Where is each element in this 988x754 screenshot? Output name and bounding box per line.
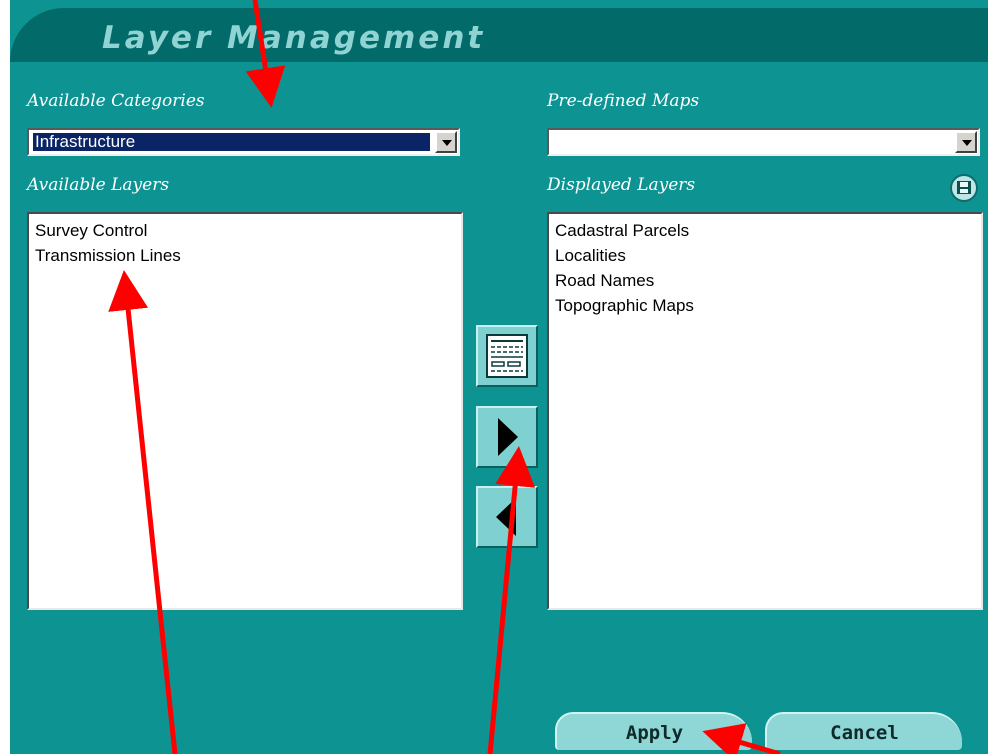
list-item[interactable]: Survey Control <box>35 218 455 243</box>
title-bar: Layer Management <box>10 8 988 62</box>
displayed-layers-label: Displayed Layers <box>547 175 696 195</box>
list-item[interactable]: Cadastral Parcels <box>555 218 975 243</box>
arrow-right-icon <box>498 418 518 456</box>
chevron-down-icon[interactable] <box>435 131 457 153</box>
add-layer-button[interactable] <box>476 406 538 468</box>
predefined-maps-dropdown[interactable] <box>547 128 980 156</box>
available-categories-label: Available Categories <box>27 91 205 111</box>
categories-dropdown[interactable]: Infrastructure <box>27 128 460 156</box>
available-layers-list[interactable]: Survey Control Transmission Lines <box>27 212 463 610</box>
chevron-down-icon[interactable] <box>955 131 977 153</box>
predefined-maps-label: Pre-defined Maps <box>547 91 700 111</box>
categories-selected-value: Infrastructure <box>32 132 431 152</box>
apply-button[interactable]: Apply <box>555 712 752 750</box>
window-title: Layer Management <box>102 20 486 56</box>
list-item[interactable]: Topographic Maps <box>555 293 975 318</box>
list-item[interactable]: Localities <box>555 243 975 268</box>
save-disk-icon[interactable] <box>950 174 978 202</box>
arrow-left-icon <box>496 498 516 536</box>
list-item[interactable]: Transmission Lines <box>35 243 455 268</box>
list-item[interactable]: Road Names <box>555 268 975 293</box>
cancel-button[interactable]: Cancel <box>765 712 962 750</box>
available-layers-label: Available Layers <box>27 175 170 195</box>
remove-layer-button[interactable] <box>476 486 538 548</box>
layer-properties-button[interactable] <box>476 325 538 387</box>
layer-properties-icon <box>486 334 528 378</box>
displayed-layers-list[interactable]: Cadastral Parcels Localities Road Names … <box>547 212 983 610</box>
